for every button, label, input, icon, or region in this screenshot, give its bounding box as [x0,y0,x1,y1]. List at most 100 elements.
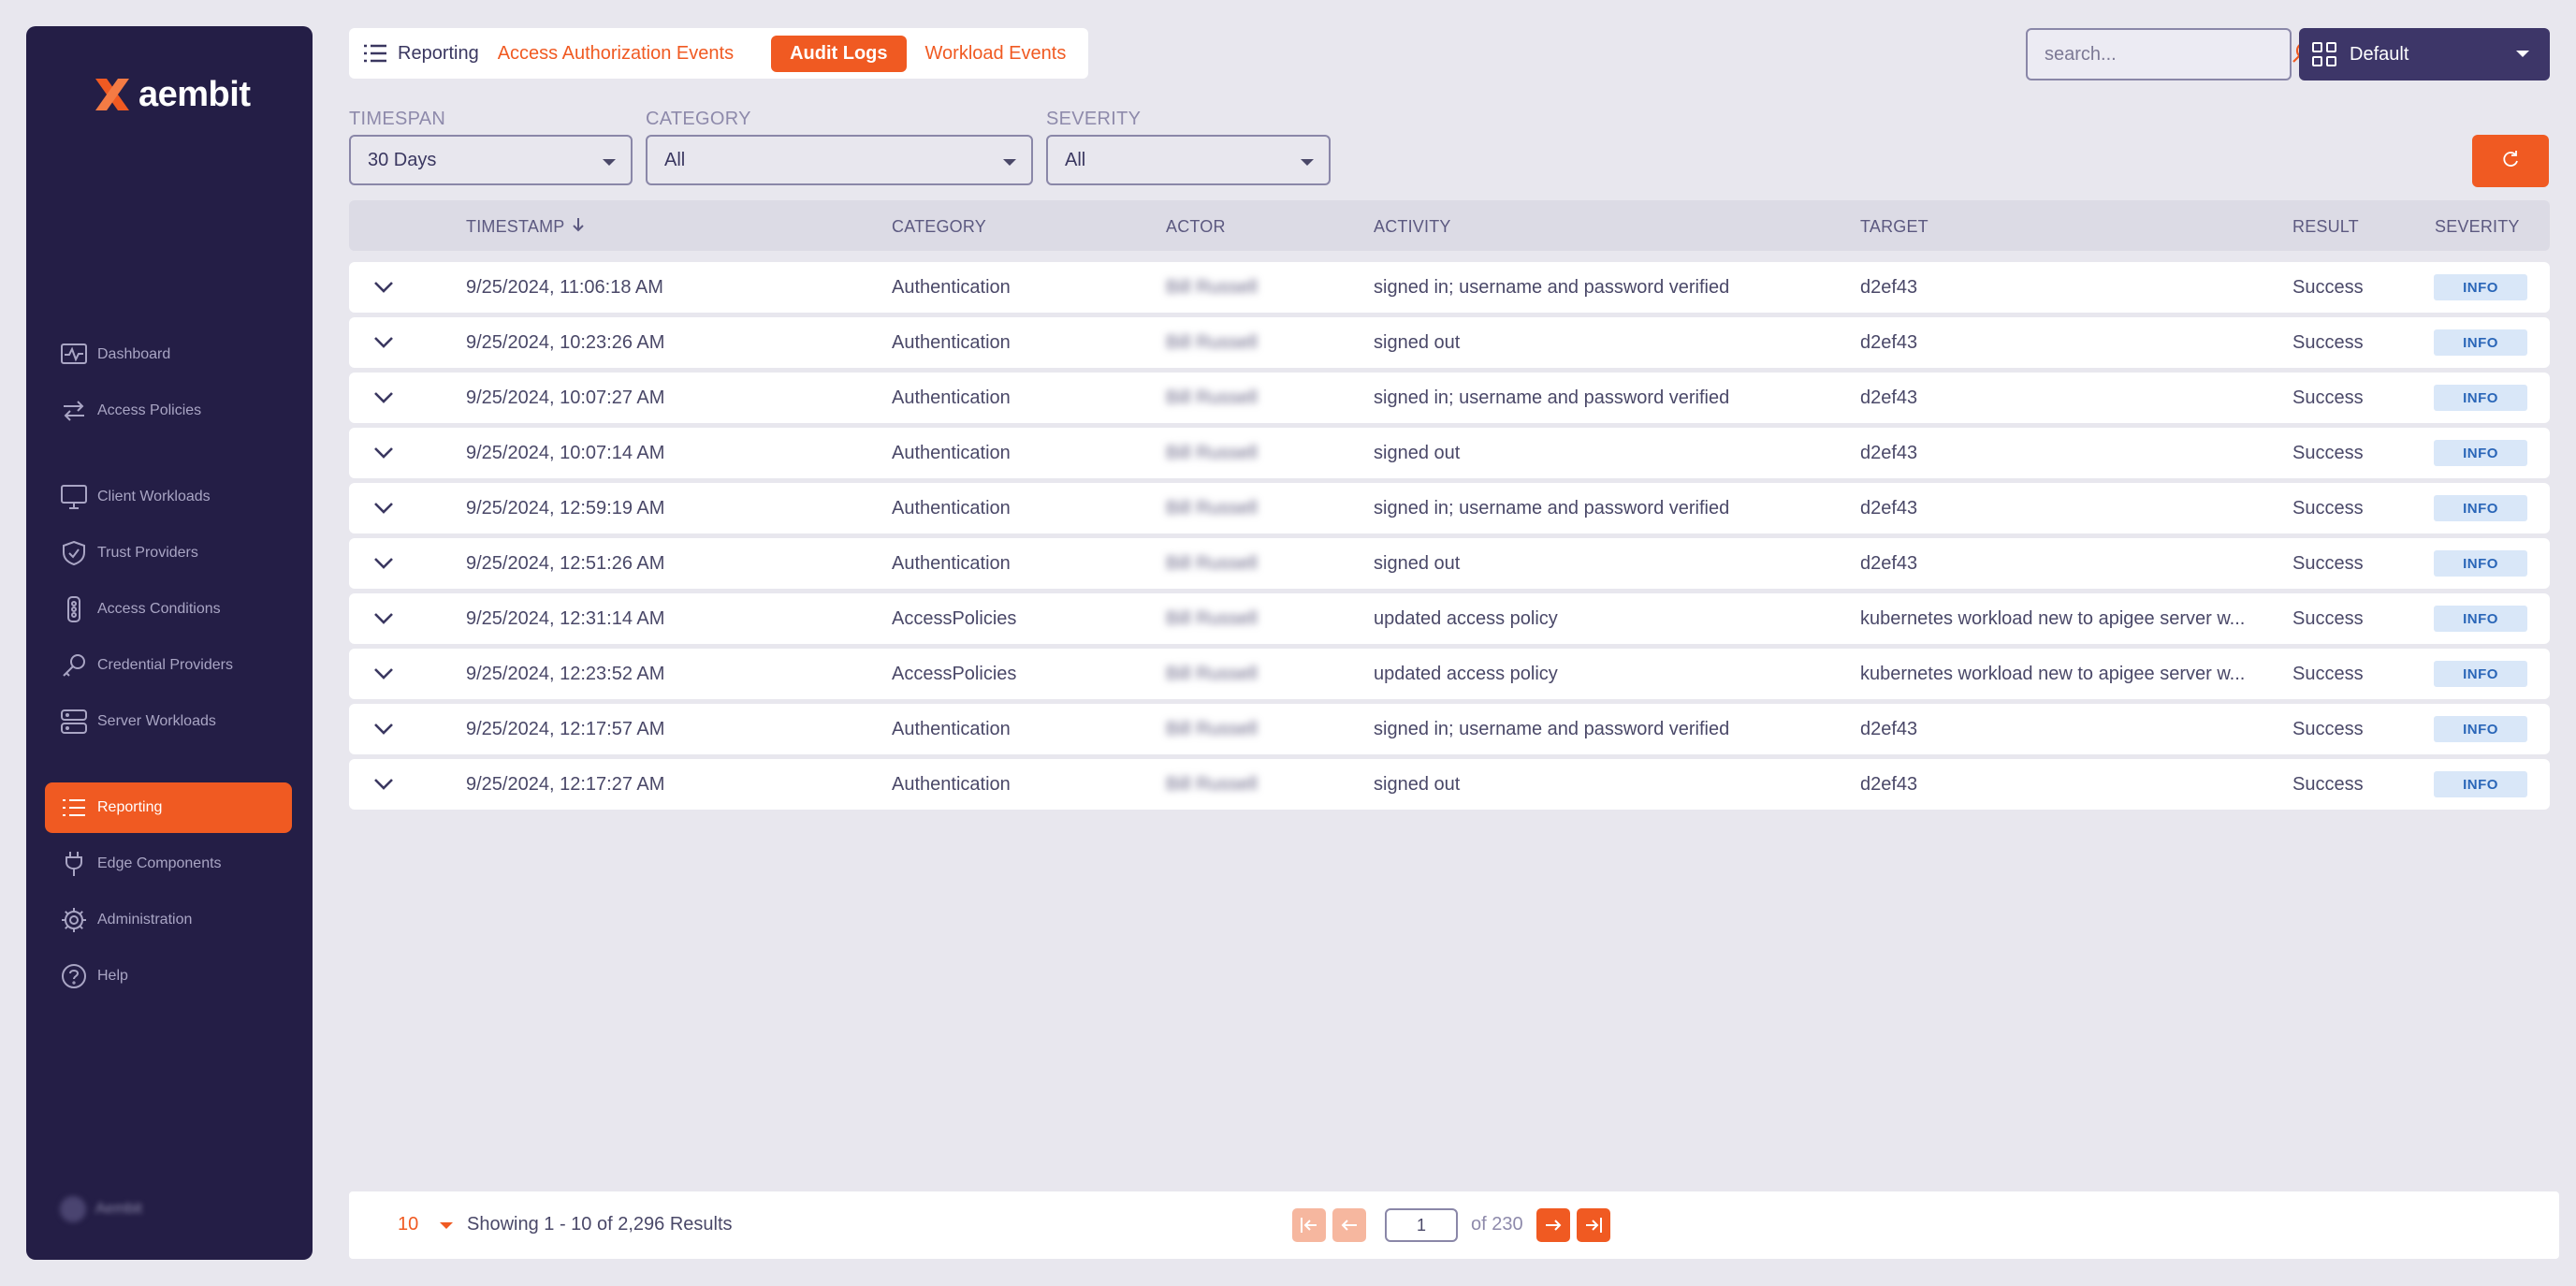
table-row[interactable]: 9/25/2024, 12:59:19 AM Authentication Bill… [349,483,2550,533]
search-input[interactable] [2045,43,2292,66]
actor-cell: Bill Russell [1166,608,1258,629]
chevron-down-icon[interactable] [370,329,398,357]
chevron-down-icon[interactable] [370,660,398,688]
first-page-button[interactable] [1292,1208,1326,1242]
chevron-down-icon[interactable] [370,273,398,301]
refresh-button[interactable] [2472,135,2549,187]
actor-cell: Bill Russell [1166,443,1258,463]
column-header-timestamp[interactable]: TIMESTAMP [466,217,585,237]
user-profile[interactable]: Aembit [60,1196,142,1222]
table-row[interactable]: 9/25/2024, 12:31:14 AM AccessPolicies Bill… [349,593,2550,644]
chevron-down-icon[interactable] [370,605,398,633]
monitor-icon [60,483,88,511]
target-cell: kubernetes workload new to apigee server… [1860,664,2246,684]
chevron-down-icon[interactable] [370,494,398,522]
actor-cell: Bill Russell [1166,774,1258,795]
actor-cell: Bill Russell [1166,719,1258,739]
column-header-severity[interactable]: SEVERITY [2435,217,2520,237]
category-select[interactable]: All [646,135,1033,185]
timespan-select[interactable]: 30 Days [349,135,633,185]
result-cell: Success [2292,719,2364,739]
table-row[interactable]: 9/25/2024, 10:07:27 AM Authentication Bill… [349,373,2550,423]
view-selector[interactable]: Default [2299,28,2550,80]
aembit-logo[interactable]: aembit [92,73,251,116]
result-cell: Success [2292,664,2364,684]
sidebar-item-access-conditions[interactable]: Access Conditions [45,584,292,635]
target-cell: d2ef43 [1860,277,1918,298]
chevron-down-icon[interactable] [440,1222,453,1229]
sidebar-item-trust-providers[interactable]: Trust Providers [45,528,292,578]
timestamp-cell: 9/25/2024, 12:23:52 AM [466,664,665,684]
activity-cell: signed in; username and password verifie… [1374,719,1730,739]
actor-cell: Bill Russell [1166,553,1258,574]
sidebar-item-administration[interactable]: Administration [45,895,292,945]
table-row[interactable]: 9/25/2024, 10:23:26 AM Authentication Bill… [349,317,2550,368]
sidebar-item-label: Edge Components [97,855,222,871]
severity-select[interactable]: All [1046,135,1331,185]
previous-page-button[interactable] [1332,1208,1366,1242]
table-header: TIMESTAMP CATEGORY ACTOR ACTIVITY TARGET… [349,200,2550,251]
page-number-input[interactable] [1385,1208,1458,1242]
column-header-target[interactable]: TARGET [1860,217,1928,237]
gear-icon [60,906,88,934]
table-row[interactable]: 9/25/2024, 12:51:26 AM Authentication Bill… [349,538,2550,589]
table-row[interactable]: 9/25/2024, 12:23:52 AM AccessPolicies Bill… [349,649,2550,699]
activity-cell: signed in; username and password verifie… [1374,387,1730,408]
table-row[interactable]: 9/25/2024, 12:17:57 AM Authentication Bill… [349,704,2550,754]
tab-workload-events[interactable]: Workload Events [925,43,1067,65]
chevron-down-icon[interactable] [370,715,398,743]
timespan-label: TIMESPAN [349,109,446,129]
sidebar-item-client-workloads[interactable]: Client Workloads [45,472,292,522]
sort-down-icon [572,217,585,237]
timestamp-cell: 9/25/2024, 12:59:19 AM [466,498,665,519]
category-cell: Authentication [892,719,1011,739]
target-cell: d2ef43 [1860,443,1918,463]
chevron-down-icon[interactable] [370,549,398,577]
category-label: CATEGORY [646,109,751,129]
target-cell: d2ef43 [1860,332,1918,353]
tab-audit-logs[interactable]: Audit Logs [771,35,907,72]
activity-cell: signed in; username and password verifie… [1374,277,1730,298]
column-header-category[interactable]: CATEGORY [892,217,986,237]
sidebar-item-dashboard[interactable]: Dashboard [45,329,292,380]
timestamp-cell: 9/25/2024, 11:06:18 AM [466,277,663,298]
list-icon [60,794,88,822]
severity-badge: INFO [2434,661,2527,687]
result-cell: Success [2292,277,2364,298]
sidebar-item-reporting[interactable]: Reporting [45,782,292,833]
next-page-button[interactable] [1536,1208,1570,1242]
sidebar-item-server-workloads[interactable]: Server Workloads [45,696,292,747]
tab-access-authorization-events[interactable]: Access Authorization Events [498,43,734,65]
table-row[interactable]: 9/25/2024, 11:06:18 AM Authentication Bill… [349,262,2550,313]
list-icon [362,40,388,66]
table-row[interactable]: 9/25/2024, 10:07:14 AM Authentication Bill… [349,428,2550,478]
column-header-actor[interactable]: ACTOR [1166,217,1226,237]
last-page-button[interactable] [1577,1208,1610,1242]
sidebar-item-label: Trust Providers [97,545,198,561]
column-header-activity[interactable]: ACTIVITY [1374,217,1451,237]
category-cell: Authentication [892,774,1011,795]
sidebar-item-label: Dashboard [97,346,171,362]
sidebar-item-edge-components[interactable]: Edge Components [45,839,292,889]
chevron-down-icon [1003,159,1016,166]
aembit-logo-icon [92,73,135,116]
target-cell: d2ef43 [1860,498,1918,519]
category-value: All [664,149,686,170]
arrows-exchange-icon [60,397,88,425]
search-box [2026,28,2314,80]
page-size-select[interactable]: 10 [398,1214,418,1235]
result-cell: Success [2292,443,2364,463]
chevron-down-icon[interactable] [370,770,398,798]
column-header-result[interactable]: RESULT [2292,217,2359,237]
activity-cell: signed out [1374,443,1461,463]
sidebar-item-access-policies[interactable]: Access Policies [45,386,292,436]
sidebar: aembit Dashboard Access Policies Client … [26,26,313,1260]
plug-icon [60,850,88,878]
category-cell: Authentication [892,332,1011,353]
sidebar-item-credential-providers[interactable]: Credential Providers [45,640,292,691]
chevron-down-icon[interactable] [370,439,398,467]
table-row[interactable]: 9/25/2024, 12:17:27 AM Authentication Bill… [349,759,2550,810]
chevron-down-icon[interactable] [370,384,398,412]
sidebar-item-help[interactable]: Help [45,951,292,1001]
avatar [60,1196,86,1222]
